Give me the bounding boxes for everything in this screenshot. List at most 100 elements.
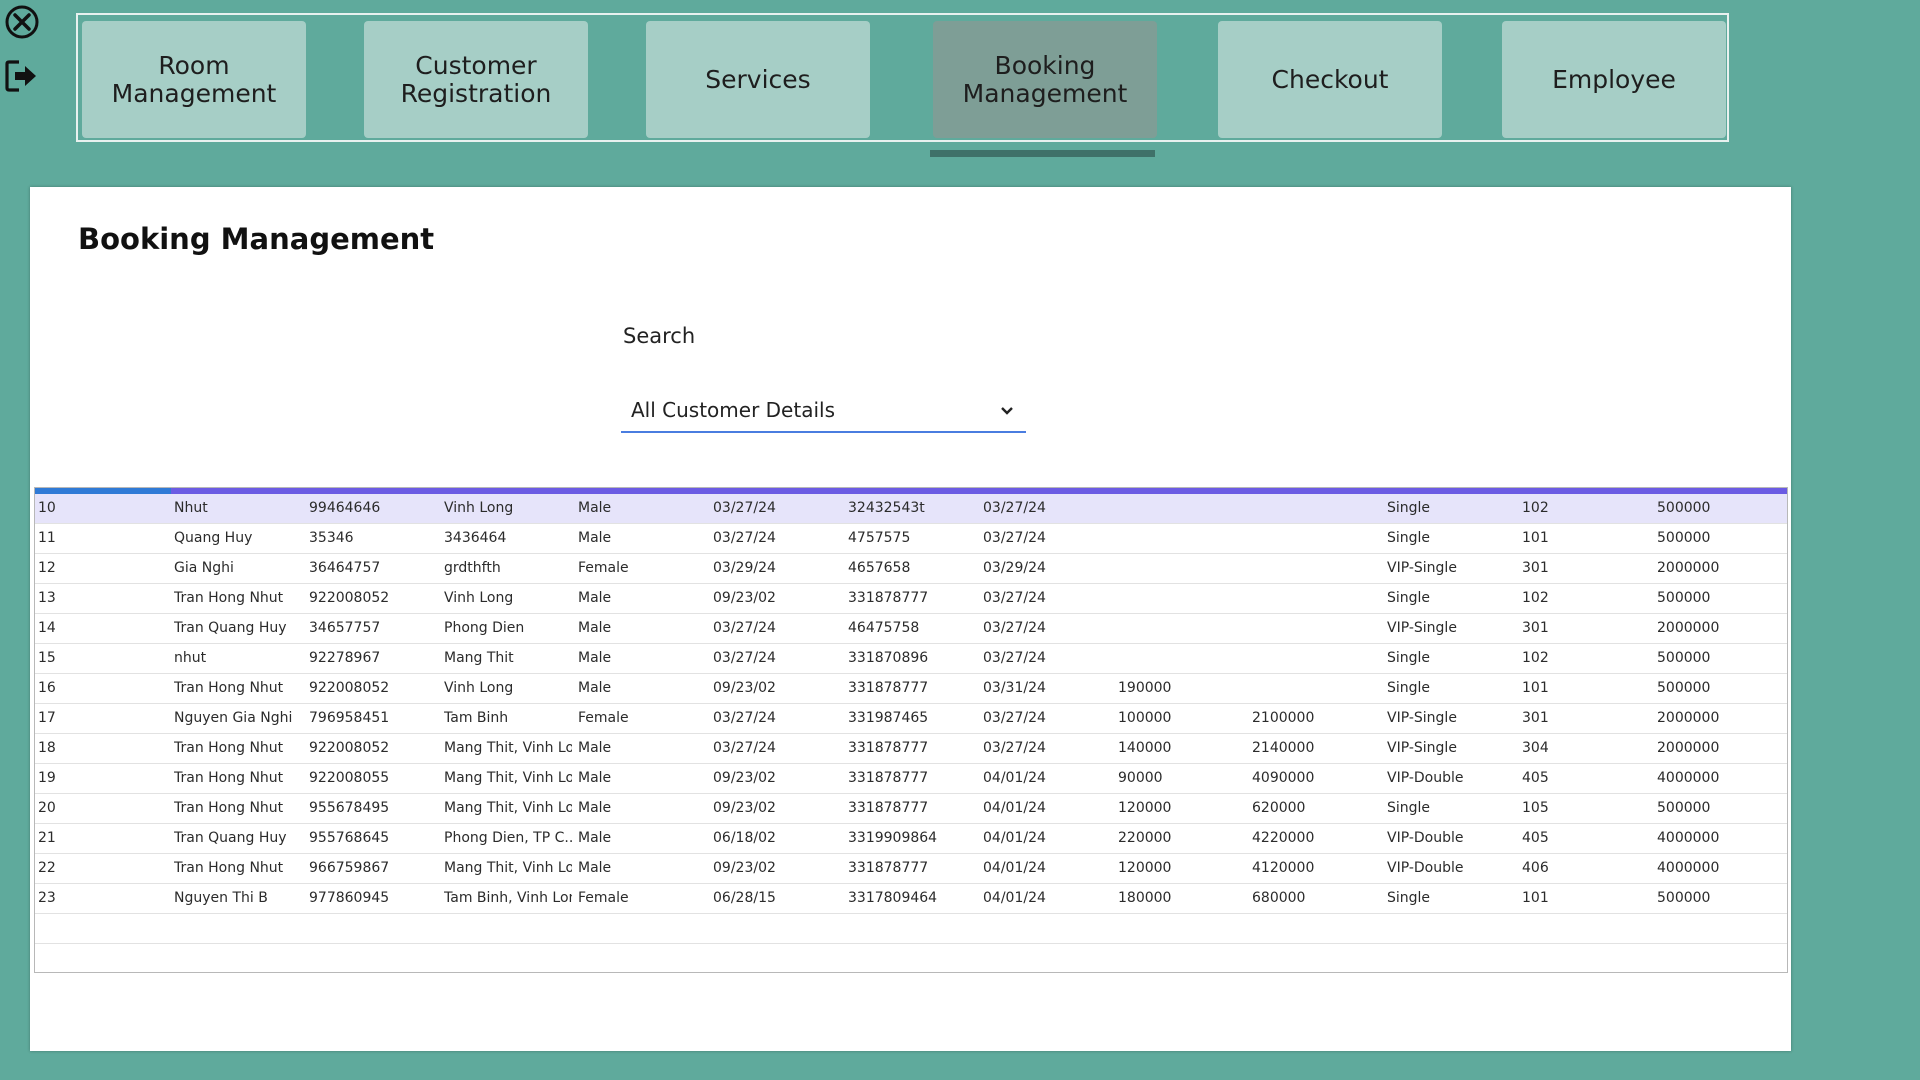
table-cell: 04/01/24: [983, 860, 1046, 876]
table-row[interactable]: 12 Gia Nghi 36464757 grdthfth Female 03/29/24…: [35, 554, 1787, 584]
table-row[interactable]: 21 Tran Quang Huy 955768645 Phong Dien, TP …: [35, 824, 1787, 854]
table-cell: Single: [1387, 800, 1431, 816]
table-cell: 500000: [1657, 500, 1711, 516]
table-cell: 19: [38, 770, 56, 786]
table-row[interactable]: 18 Tran Hong Nhut 922008052 Mang Thit, Vinh…: [35, 734, 1787, 764]
table-cell: 331987465: [848, 710, 929, 726]
table-cell: 102: [1522, 590, 1549, 606]
table-cell: 102: [1522, 650, 1549, 666]
nav-customer-registration-button[interactable]: Customer Registration: [364, 21, 588, 138]
table-cell: 101: [1522, 530, 1549, 546]
table-row[interactable]: 23 Nguyen Thi B 977860945 Tam Binh, Vinh Lo…: [35, 884, 1787, 914]
table-cell: grdthfth: [444, 560, 501, 576]
table-cell: VIP-Single: [1387, 560, 1457, 576]
nav-employee-button[interactable]: Employee: [1502, 21, 1726, 138]
table-cell: 120000: [1118, 800, 1172, 816]
table-cell: Single: [1387, 650, 1431, 666]
table-cell: 03/27/24: [983, 530, 1046, 546]
table-cell: 922008052: [309, 740, 390, 756]
table-cell: Tran Hong Nhut: [174, 800, 284, 816]
table-cell: Male: [578, 650, 612, 666]
table-cell: Quang Huy: [174, 530, 253, 546]
nav-checkout-button[interactable]: Checkout: [1218, 21, 1442, 138]
table-cell: Male: [578, 680, 612, 696]
table-cell: 4000000: [1657, 830, 1720, 846]
table-cell: [1252, 584, 1382, 613]
table-cell: Single: [1387, 680, 1431, 696]
table-cell: Gia Nghi: [174, 560, 234, 576]
table-cell: [1252, 494, 1382, 523]
table-cell: 15: [38, 650, 56, 666]
nav-booking-management-button[interactable]: Booking Management: [933, 21, 1157, 138]
table-cell: VIP-Single: [1387, 620, 1457, 636]
table-cell: 03/27/24: [983, 500, 1046, 516]
table-cell: Tam Binh: [444, 710, 509, 726]
table-cell: 120000: [1118, 860, 1172, 876]
table-row[interactable]: 16 Tran Hong Nhut 922008052 Vinh Long Male 09…: [35, 674, 1787, 704]
table-row[interactable]: 19 Tran Hong Nhut 922008055 Mang Thit, Vinh…: [35, 764, 1787, 794]
table-cell: 03/27/24: [983, 590, 1046, 606]
table-cell: 04/01/24: [983, 830, 1046, 846]
table-cell: Single: [1387, 890, 1431, 906]
table-cell: Male: [578, 830, 612, 846]
table-cell: 620000: [1252, 800, 1306, 816]
table-cell: Nguyen Thi B: [174, 890, 268, 906]
table-cell: 03/27/24: [713, 740, 776, 756]
table-cell: Vinh Long: [444, 590, 514, 606]
table-cell: Single: [1387, 530, 1431, 546]
empty-row: [35, 944, 1787, 972]
table-cell: 4000000: [1657, 860, 1720, 876]
table-cell: 23: [38, 890, 56, 906]
table-row[interactable]: 13 Tran Hong Nhut 922008052 Vinh Long Male 09…: [35, 584, 1787, 614]
nav-services-button[interactable]: Services: [646, 21, 870, 138]
table-cell: 4657658: [848, 560, 911, 576]
table-row[interactable]: 11 Quang Huy 35346 3436464 Male 03/27/24 47575…: [35, 524, 1787, 554]
nav-room-management-button[interactable]: Room Management: [82, 21, 306, 138]
table-cell: Nhut: [174, 500, 208, 516]
table-cell: 105: [1522, 800, 1549, 816]
table-cell: 03/27/24: [713, 650, 776, 666]
logout-icon[interactable]: [4, 58, 40, 94]
table-cell: Male: [578, 770, 612, 786]
table-body: 10 Nhut 99464646 Vinh Long Male 03/27/24 32432…: [35, 494, 1787, 972]
table-row[interactable]: 20 Tran Hong Nhut 955678495 Mang Thit, Vinh…: [35, 794, 1787, 824]
table-cell: [1252, 614, 1382, 643]
table-cell: Single: [1387, 590, 1431, 606]
table-cell: VIP-Double: [1387, 770, 1464, 786]
table-cell: 140000: [1118, 740, 1172, 756]
table-cell: Tran Hong Nhut: [174, 740, 284, 756]
table-row[interactable]: 17 Nguyen Gia Nghi 796958451 Tam Binh Female…: [35, 704, 1787, 734]
table-cell: Vinh Long: [444, 500, 514, 516]
empty-row: [35, 914, 1787, 944]
table-cell: VIP-Single: [1387, 740, 1457, 756]
table-cell: 304: [1522, 740, 1549, 756]
main-nav: Room Management Customer Registration Se…: [76, 13, 1729, 142]
table-cell: 16: [38, 680, 56, 696]
table-cell: 955678495: [309, 800, 390, 816]
table-cell: Tran Quang Huy: [174, 830, 287, 846]
table-row[interactable]: 22 Tran Hong Nhut 966759867 Mang Thit, Vinh…: [35, 854, 1787, 884]
table-cell: Male: [578, 800, 612, 816]
table-cell: 06/28/15: [713, 890, 776, 906]
table-cell: [1118, 584, 1248, 613]
table-cell: 06/18/02: [713, 830, 776, 846]
search-filter-dropdown[interactable]: All Customer Details: [621, 392, 1026, 433]
table-cell: Mang Thit, Vinh Lo...: [444, 770, 572, 786]
table-cell: 10: [38, 500, 56, 516]
search-filter-value: All Customer Details: [631, 398, 835, 422]
close-icon[interactable]: [4, 4, 40, 40]
table-cell: 09/23/02: [713, 770, 776, 786]
table-cell: Tran Hong Nhut: [174, 770, 284, 786]
table-cell: Female: [578, 710, 629, 726]
chevron-down-icon: [1001, 407, 1013, 415]
table-row[interactable]: 15 nhut 92278967 Mang Thit Male 03/27/24 33187…: [35, 644, 1787, 674]
table-cell: 331878777: [848, 680, 929, 696]
table-row[interactable]: 14 Tran Quang Huy 34657757 Phong Dien Male 03…: [35, 614, 1787, 644]
table-cell: 03/29/24: [983, 560, 1046, 576]
table-cell: 500000: [1657, 530, 1711, 546]
table-cell: VIP-Single: [1387, 710, 1457, 726]
table-cell: 14: [38, 620, 56, 636]
table-cell: Phong Dien, TP C...: [444, 830, 572, 846]
table-row[interactable]: 10 Nhut 99464646 Vinh Long Male 03/27/24 32432…: [35, 494, 1787, 524]
table-cell: 500000: [1657, 890, 1711, 906]
